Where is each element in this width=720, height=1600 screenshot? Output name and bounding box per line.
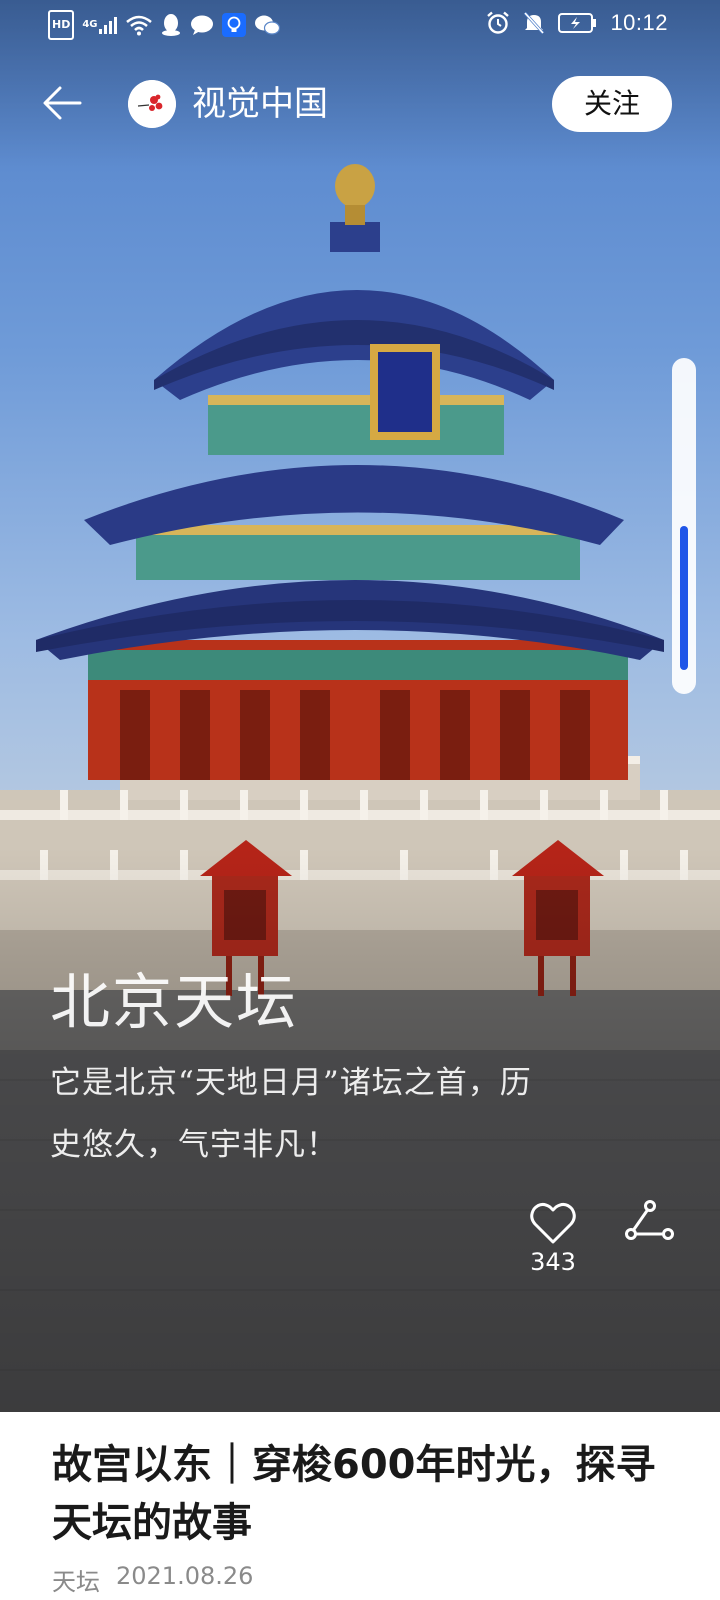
message-icon <box>190 12 214 38</box>
back-button[interactable] <box>40 80 86 126</box>
scroll-indicator-thumb[interactable] <box>680 526 688 670</box>
article-card[interactable]: 故宫以东｜穿梭600年时光，探寻 天坛的故事 天坛 2021.08.26 <box>0 1412 720 1600</box>
wechat-icon <box>254 12 280 38</box>
channel-avatar[interactable] <box>128 80 176 128</box>
article-tag[interactable]: 天坛 <box>52 1562 100 1597</box>
screen: HD 4G 10:12 视觉中国 关注 北京天坛 它是北京“天地日月”诸坛之首，… <box>0 0 720 1600</box>
hd-icon: HD <box>48 10 75 40</box>
like-count: 343 <box>530 1248 576 1276</box>
article-title[interactable]: 故宫以东｜穿梭600年时光，探寻 天坛的故事 <box>52 1436 692 1552</box>
share-icon <box>625 1200 674 1240</box>
arrow-left-icon <box>43 86 82 120</box>
hero-description-line-2: 史悠久，气宇非凡！ <box>50 1127 338 1163</box>
wifi-icon <box>125 12 152 38</box>
channel-name[interactable]: 视觉中国 <box>192 82 328 126</box>
temple-of-heaven-illustration <box>0 164 720 1412</box>
alarm-icon <box>486 10 510 36</box>
bulb-icon <box>221 13 246 37</box>
status-bar: HD 4G 10:12 <box>0 0 720 48</box>
heart-icon <box>530 1202 576 1244</box>
hero-image <box>0 0 720 1412</box>
top-nav: 视觉中国 关注 <box>0 72 720 132</box>
signal-icon: 4G <box>82 12 117 38</box>
article-date: 2021.08.26 <box>116 1562 254 1590</box>
article-title-line-2: 天坛的故事 <box>52 1500 252 1546</box>
follow-button[interactable]: 关注 <box>552 76 672 132</box>
article-meta: 天坛 2021.08.26 <box>52 1562 253 1597</box>
hero-title: 北京天坛 <box>50 968 298 1038</box>
status-right-icons: 10:12 <box>486 10 668 36</box>
status-left-icons: HD 4G <box>48 10 280 40</box>
qq-icon <box>160 12 182 38</box>
like-button[interactable] <box>526 1196 580 1250</box>
status-time: 10:12 <box>610 10 668 35</box>
mute-icon <box>522 10 546 36</box>
share-button[interactable] <box>622 1196 676 1250</box>
scroll-indicator-track[interactable] <box>672 358 696 694</box>
hero-description-line-1: 它是北京“天地日月”诸坛之首，历 <box>50 1065 532 1101</box>
network-type-label: 4G <box>82 19 98 30</box>
hero-description: 它是北京“天地日月”诸坛之首，历 史悠久，气宇非凡！ <box>50 1052 670 1176</box>
channel-logo-icon <box>128 80 176 128</box>
battery-charging-icon <box>558 10 598 36</box>
article-title-line-1: 故宫以东｜穿梭600年时光，探寻 <box>52 1442 656 1488</box>
